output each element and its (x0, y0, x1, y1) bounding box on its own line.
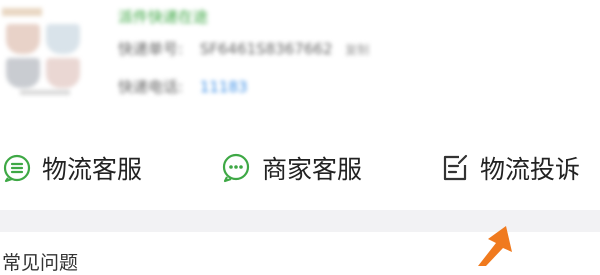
merchant-service-button[interactable]: 商家客服 (220, 150, 362, 186)
package-status: 派件快递在途 (118, 8, 209, 26)
tracking-number-value: SF6461S8367662 (199, 40, 333, 58)
service-actions-bar: 物流客服 商家客服 物流投诉 (0, 138, 600, 198)
logistics-service-button[interactable]: 物流客服 (2, 150, 142, 186)
chat-dots-icon (220, 153, 252, 183)
logistics-complaint-button[interactable]: 物流投诉 (440, 150, 580, 186)
tracking-number-label: 快递单号: (118, 40, 184, 58)
edit-note-icon (440, 153, 470, 183)
copy-button[interactable]: 复制 (345, 43, 369, 57)
tracking-number-row: 快递单号: SF6461S8367662 复制 (118, 38, 369, 59)
courier-phone-link[interactable]: 11183 (200, 78, 248, 96)
logistics-service-label: 物流客服 (42, 155, 143, 184)
pointer-arrow-icon (478, 226, 512, 266)
logistics-complaint-label: 物流投诉 (480, 155, 581, 184)
courier-phone-label: 快递电话: (118, 78, 184, 96)
faq-title: 常见问题 (2, 252, 79, 274)
merchant-service-label: 商家客服 (262, 155, 363, 184)
chat-list-icon (2, 153, 32, 183)
courier-phone-row: 快递电话: 11183 (118, 76, 248, 97)
product-thumbnail[interactable] (2, 2, 90, 98)
